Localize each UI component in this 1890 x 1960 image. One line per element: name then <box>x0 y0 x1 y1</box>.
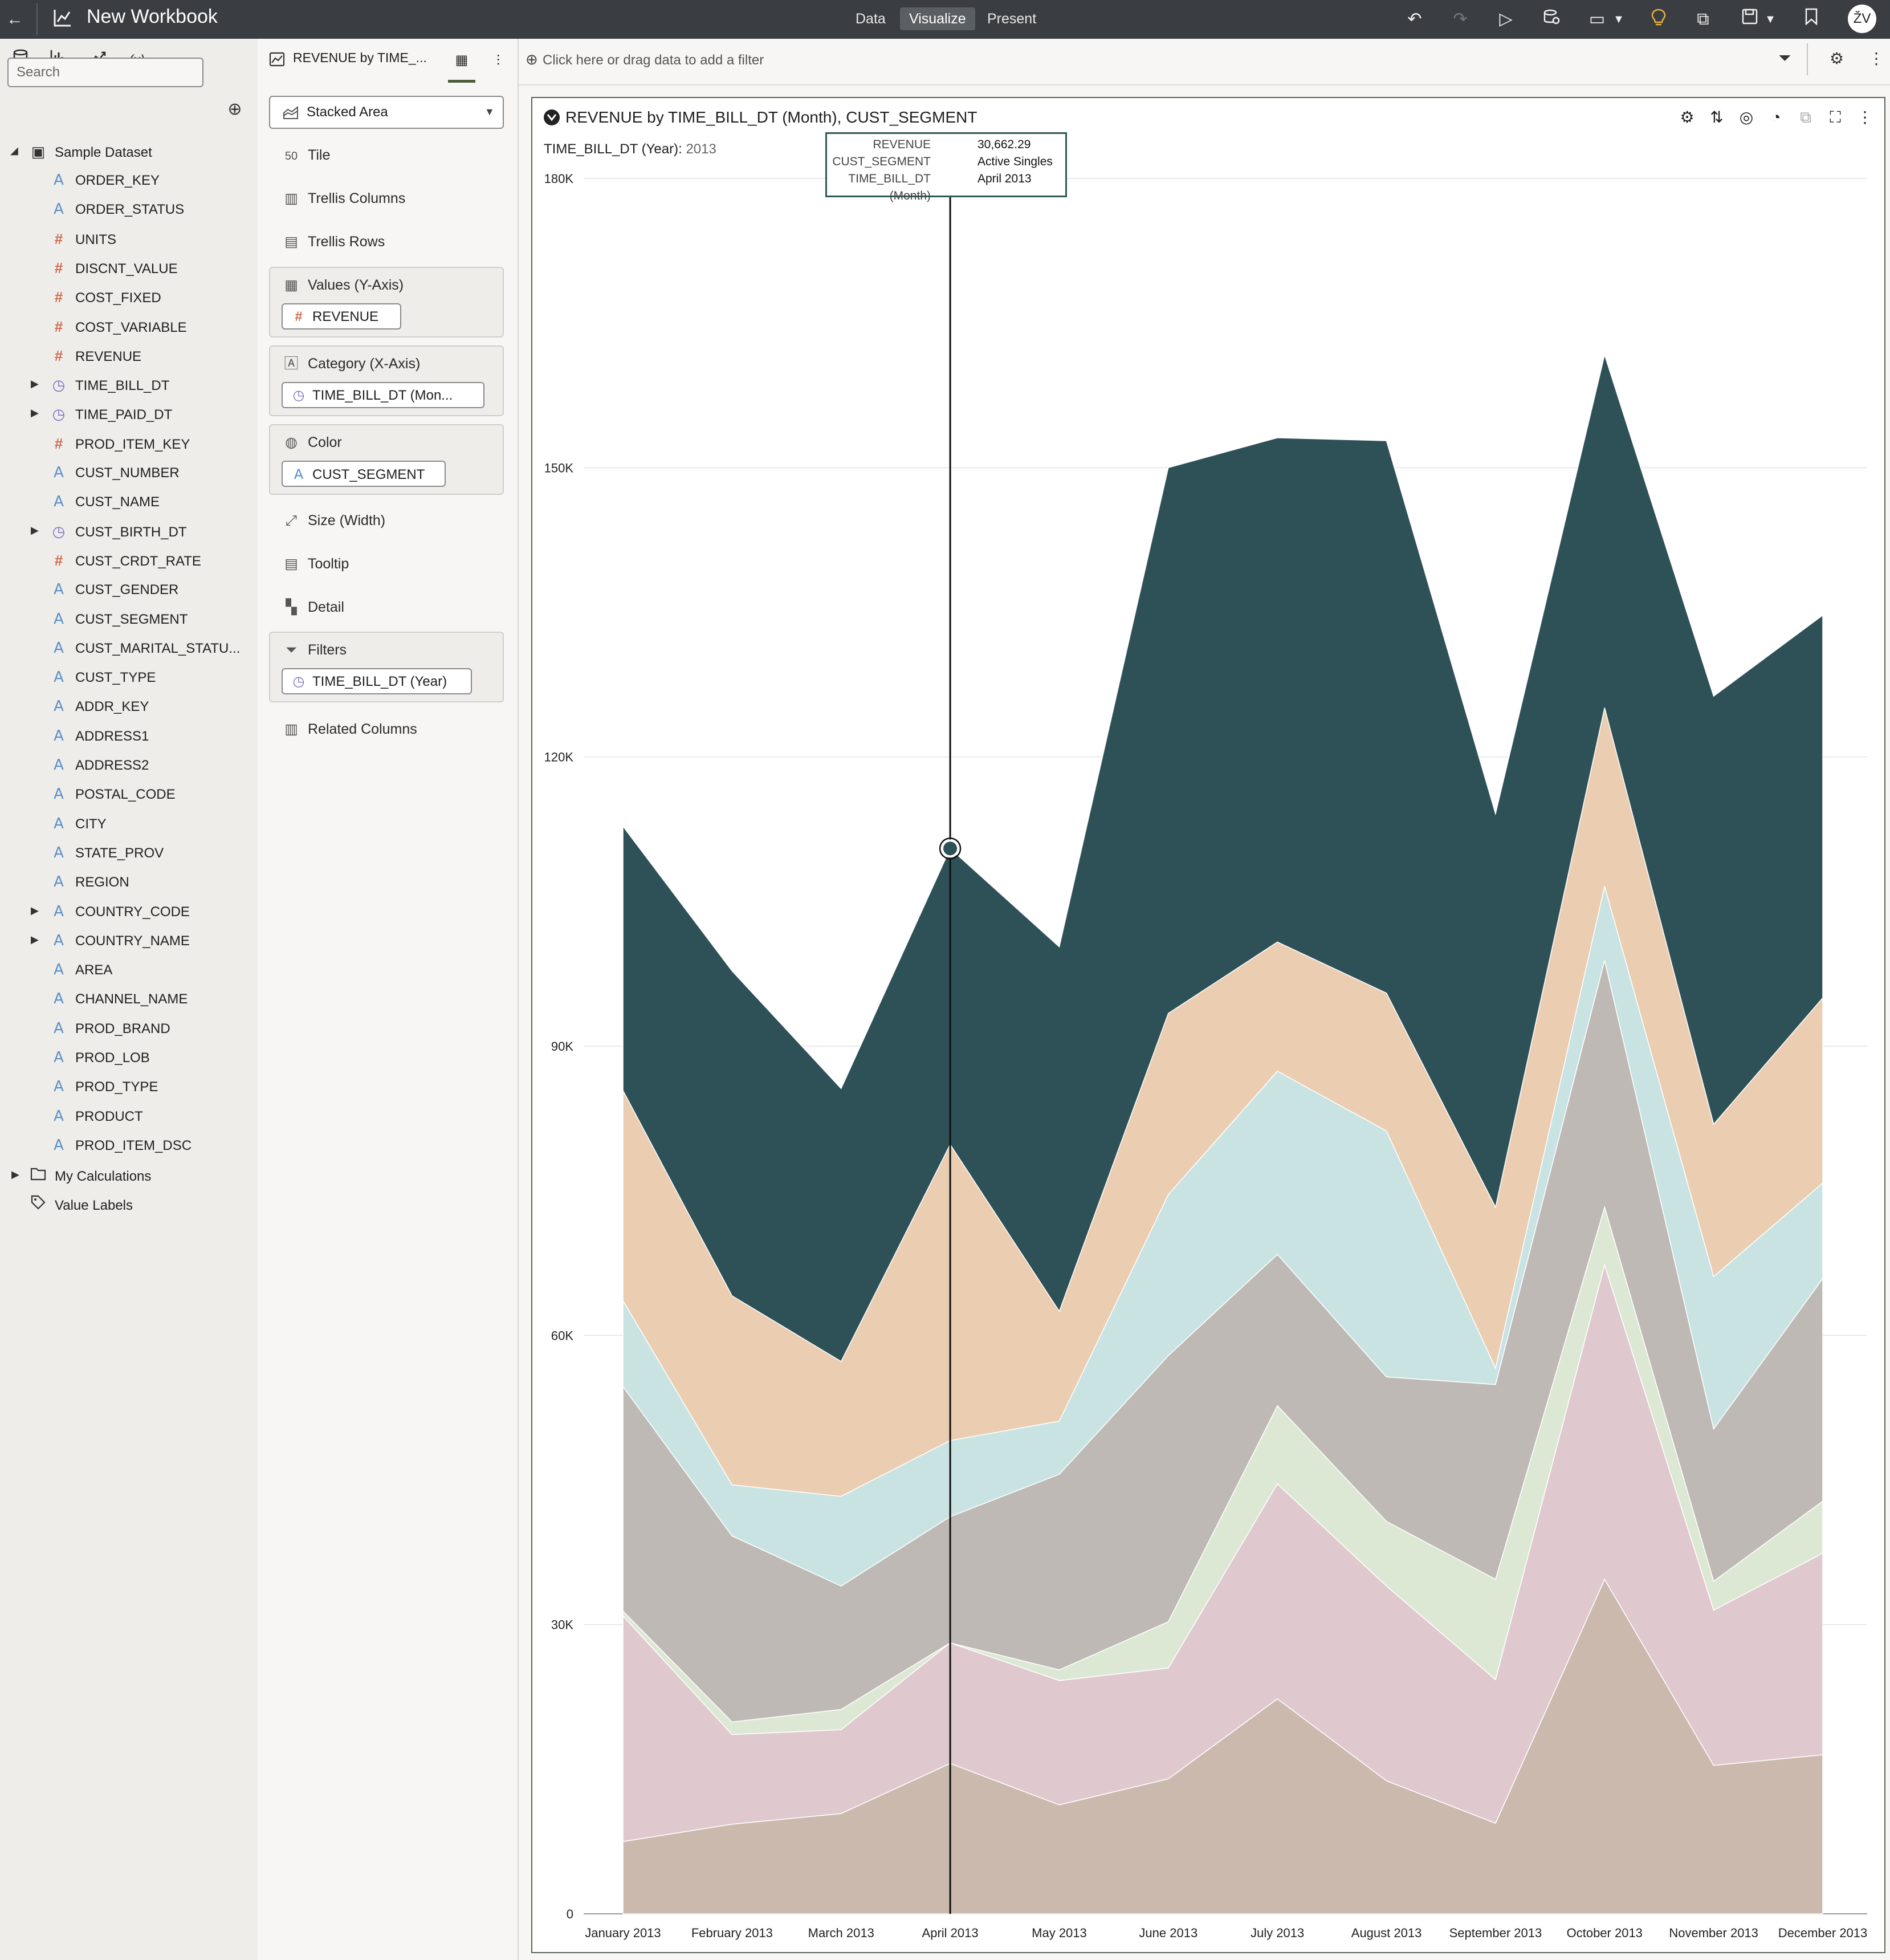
tooltip-row: TIME_BILL_DT (Month) April 2013 <box>827 170 1065 202</box>
x-tick-label: June 2013 <box>1139 1926 1197 1940</box>
tooltip-key: REVENUE <box>873 138 931 151</box>
x-tick-label: November 2013 <box>1669 1926 1758 1940</box>
x-tick-label: January 2013 <box>585 1926 661 1940</box>
x-tick-label: March 2013 <box>808 1926 874 1940</box>
x-tick-label: September 2013 <box>1449 1926 1542 1940</box>
tooltip-value: 30,662.29 <box>977 138 1031 151</box>
tooltip-row: CUST_SEGMENT Active Singles <box>827 153 1065 170</box>
x-tick-label: August 2013 <box>1351 1926 1422 1940</box>
chart-tooltip: REVENUE 30,662.29 CUST_SEGMENT Active Sing… <box>825 132 1067 202</box>
y-tick-label: 0 <box>567 1907 573 1921</box>
tooltip-key: TIME_BILL_DT (Month) <box>848 172 931 202</box>
tooltip-row: REVENUE 30,662.29 <box>827 136 1065 153</box>
y-tick-label: 60K <box>551 1328 573 1343</box>
x-tick-label: October 2013 <box>1567 1926 1643 1940</box>
y-tick-label: 150K <box>544 461 574 475</box>
y-tick-label: 90K <box>551 1039 573 1054</box>
tooltip-value: Active Singles <box>977 155 1053 168</box>
x-tick-label: April 2013 <box>922 1926 979 1940</box>
x-tick-label: July 2013 <box>1251 1926 1304 1940</box>
hover-point-marker <box>941 839 960 858</box>
x-tick-label: May 2013 <box>1032 1926 1087 1940</box>
tooltip-key: CUST_SEGMENT <box>832 155 931 168</box>
x-tick-label: December 2013 <box>1778 1926 1868 1940</box>
stacked-area-chart[interactable]: 0 30K 60K 90K 120K 150K 180K January 2013 Februa… <box>0 0 1890 1960</box>
tooltip-value: April 2013 <box>977 172 1032 185</box>
x-tick-label: February 2013 <box>691 1926 773 1940</box>
y-tick-label: 180K <box>544 172 574 186</box>
y-tick-label: 30K <box>551 1618 573 1632</box>
y-tick-label: 120K <box>544 750 574 765</box>
